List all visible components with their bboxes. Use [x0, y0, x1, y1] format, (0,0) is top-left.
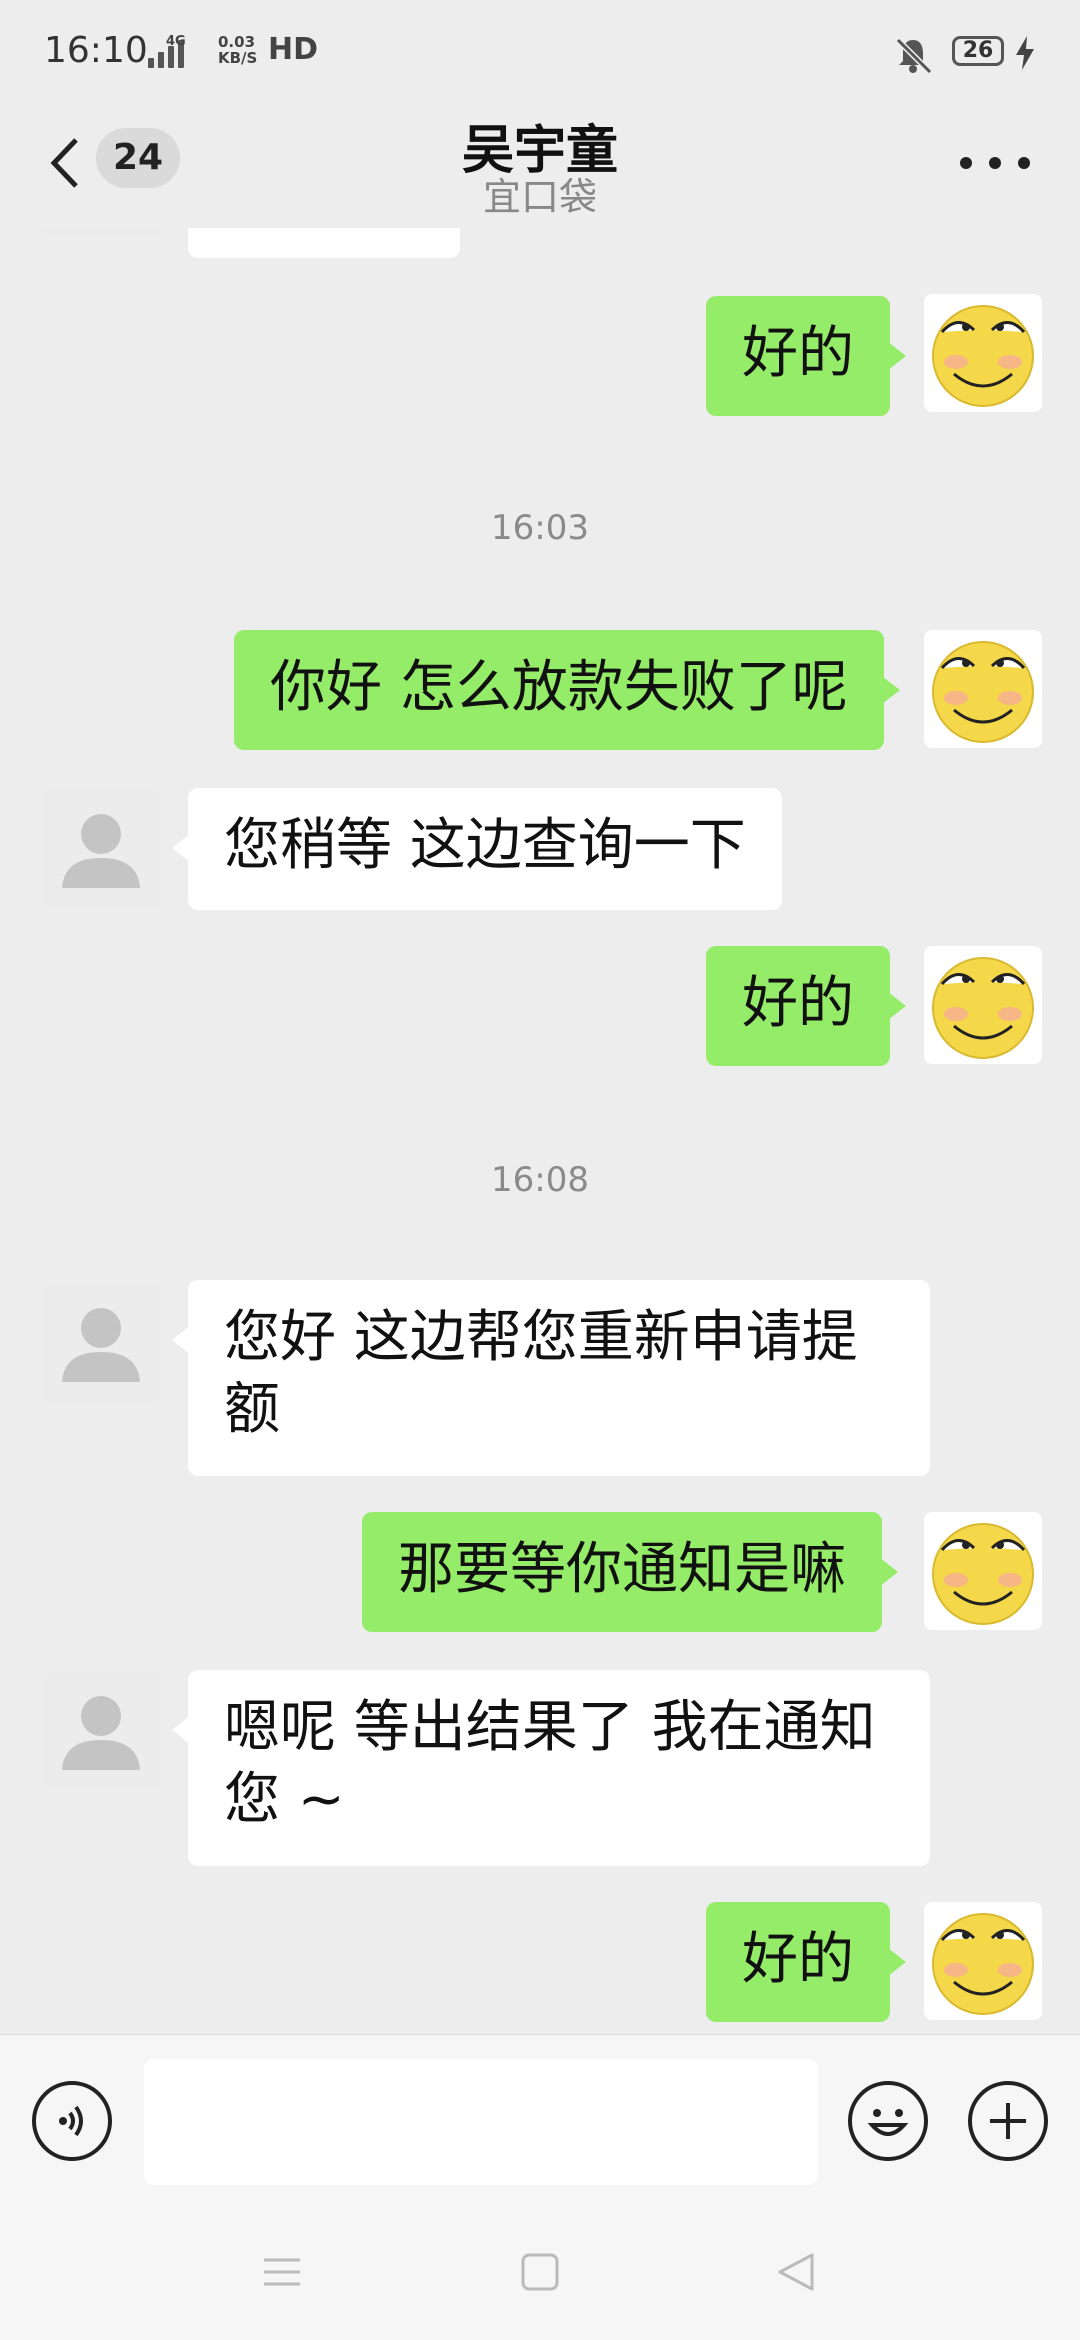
contact-avatar[interactable] — [42, 790, 160, 908]
battery-icon: 26 — [952, 36, 1004, 66]
default-person-icon — [62, 1308, 140, 1382]
network-speed-unit: KB/S — [218, 49, 258, 67]
my-message-bubble[interactable]: 好的 — [706, 1902, 906, 2022]
message-text-line-2: 您 ~ — [224, 1767, 345, 1832]
my-avatar[interactable] — [924, 630, 1042, 748]
my-message-bubble[interactable]: 那要等你通知是嘛 — [362, 1512, 898, 1632]
message-list[interactable]: 好的 16:03 你好 怎么放款失败了呢 您稍等 这边查询一下 好的 16:08… — [0, 228, 1080, 2034]
status-time: 16:10 — [44, 30, 148, 71]
previous-message-bubble — [188, 228, 460, 258]
my-avatar[interactable] — [924, 1902, 1042, 2020]
network-type: 4G — [166, 34, 186, 49]
system-navigation-bar — [0, 2204, 1080, 2340]
contact-message-bubble[interactable]: 嗯呢 等出结果了 我在通知 您 ~ — [172, 1670, 930, 1866]
smiley-avatar-icon — [932, 957, 1034, 1059]
my-message-bubble[interactable]: 好的 — [706, 946, 906, 1066]
message-text-input[interactable] — [144, 2059, 818, 2185]
avatar-partial — [42, 228, 160, 238]
home-icon[interactable] — [520, 2252, 560, 2292]
message-timestamp: 16:03 — [491, 508, 589, 548]
chat-subtitle: 宜口袋 — [482, 175, 597, 219]
mute-bell-icon — [895, 37, 933, 75]
menu-icon[interactable] — [262, 2252, 302, 2292]
message-text: 您稍等 这边查询一下 — [224, 813, 746, 878]
contact-avatar[interactable] — [42, 1672, 160, 1790]
back-triangle-icon[interactable] — [776, 2252, 816, 2292]
smiley-avatar-icon — [932, 641, 1034, 743]
emoji-icon[interactable] — [848, 2081, 928, 2161]
message-text: 好的 — [742, 321, 854, 386]
message-text: 你好 怎么放款失败了呢 — [270, 655, 848, 720]
more-icon[interactable] — [960, 148, 1030, 178]
smiley-avatar-icon — [932, 1913, 1034, 2015]
smiley-avatar-icon — [932, 1523, 1034, 1625]
status-bar: 16:10 4G 0.03 KB/S HD 26 — [0, 0, 1080, 108]
contact-message-bubble[interactable]: 您好 这边帮您重新申请提 额 — [172, 1280, 930, 1476]
my-avatar[interactable] — [924, 946, 1042, 1064]
my-avatar[interactable] — [924, 294, 1042, 412]
message-text-line-1: 您好 这边帮您重新申请提 — [224, 1305, 858, 1370]
charging-icon — [1016, 36, 1034, 70]
network-speed: 0.03 KB/S — [218, 34, 257, 66]
my-message-bubble[interactable]: 好的 — [706, 296, 906, 416]
default-person-icon — [62, 814, 140, 888]
contact-message-bubble[interactable]: 您稍等 这边查询一下 — [172, 788, 782, 910]
default-person-icon — [62, 1696, 140, 1770]
message-text: 好的 — [742, 1927, 854, 1992]
my-avatar[interactable] — [924, 1512, 1042, 1630]
message-input-bar — [0, 2034, 1080, 2205]
voice-icon[interactable] — [32, 2081, 112, 2161]
contact-avatar[interactable] — [42, 1284, 160, 1402]
chat-header: 24 吴宇童 宜口袋 — [0, 108, 1080, 228]
message-text: 那要等你通知是嘛 — [398, 1537, 846, 1602]
message-text-line-1: 嗯呢 等出结果了 我在通知 — [224, 1695, 876, 1760]
message-timestamp: 16:08 — [491, 1160, 589, 1200]
smiley-avatar-icon — [932, 305, 1034, 407]
my-message-bubble[interactable]: 你好 怎么放款失败了呢 — [234, 630, 900, 750]
message-text-line-2: 额 — [224, 1377, 280, 1442]
plus-icon[interactable] — [968, 2081, 1048, 2161]
message-text: 好的 — [742, 971, 854, 1036]
hd-label: HD — [268, 32, 319, 67]
